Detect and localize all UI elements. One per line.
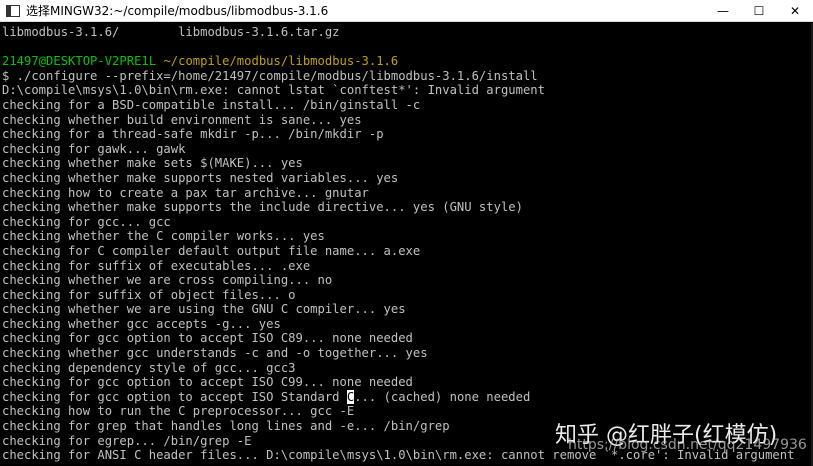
- terminal-icon: [6, 4, 20, 17]
- minimize-button[interactable]: —: [705, 0, 741, 22]
- terminal-line: checking whether make supports nested va…: [2, 170, 399, 185]
- terminal-line: checking for gcc option to accept ISO C9…: [2, 375, 413, 390]
- terminal-line: D:\compile\msys\1.0\bin\rm.exe: cannot l…: [2, 83, 545, 98]
- terminal-line: checking for suffix of executables... .e…: [2, 258, 311, 273]
- terminal-line: checking whether gcc understands -c and …: [2, 346, 428, 361]
- prompt-user: 21497@DESKTOP-V2PRE1L: [2, 54, 157, 69]
- terminal-line: checking whether build environment is sa…: [2, 112, 362, 127]
- terminal-line: checking whether we are cross compiling.…: [2, 273, 333, 288]
- terminal-line: checking dependency style of gcc... gcc3: [2, 360, 296, 375]
- terminal-line: checking whether we are using the GNU C …: [2, 302, 406, 317]
- terminal-line: checking for a BSD-compatible install...…: [2, 97, 421, 112]
- prompt-line: 21497@DESKTOP-V2PRE1L ~/compile/modbus/l…: [2, 54, 813, 69]
- terminal-line: checking whether the C compiler works...…: [2, 229, 325, 244]
- maximize-button[interactable]: ☐: [741, 0, 777, 22]
- cursor-line-after: ... (cached) none needed: [354, 389, 531, 404]
- terminal-output[interactable]: libmodbus-3.1.6/ libmodbus-3.1.6.tar.gz …: [0, 23, 813, 466]
- terminal-window: 选择MINGW32:~/compile/modbus/libmodbus-3.1…: [0, 0, 813, 466]
- cursor-line-before: checking for gcc option to accept ISO St…: [2, 389, 347, 404]
- prompt-path: ~/compile/modbus/libmodbus-3.1.6: [163, 54, 399, 69]
- close-button[interactable]: ✕: [777, 0, 813, 22]
- terminal-line: checking for gcc option to accept ISO C8…: [2, 331, 413, 346]
- url-watermark: https://blog.csdn.net/qq21497936: [568, 437, 807, 453]
- cursor-line: checking for gcc option to accept ISO St…: [2, 389, 813, 405]
- terminal-line: checking for gawk... gawk: [2, 141, 186, 156]
- window-title: 选择MINGW32:~/compile/modbus/libmodbus-3.1…: [26, 4, 329, 18]
- terminal-line: checking for C compiler default output f…: [2, 243, 421, 258]
- terminal-line: checking whether gcc accepts -g... yes: [2, 316, 281, 331]
- title-bar[interactable]: 选择MINGW32:~/compile/modbus/libmodbus-3.1…: [0, 0, 813, 22]
- terminal-line: checking whether make supports the inclu…: [2, 200, 523, 215]
- terminal-line: checking whether make sets $(MAKE)... ye…: [2, 156, 303, 171]
- command-line: $ ./configure --prefix=/home/21497/compi…: [2, 68, 538, 83]
- terminal-line: checking for suffix of object files... o: [2, 287, 296, 302]
- terminal-line: checking for a thread-safe mkdir -p... /…: [2, 127, 384, 142]
- terminal-line: checking for gcc... gcc: [2, 214, 171, 229]
- terminal-line: checking how to create a pax tar archive…: [2, 185, 369, 200]
- terminal-line: libmodbus-3.1.6/ libmodbus-3.1.6.tar.gz: [2, 25, 340, 39]
- window-controls: — ☐ ✕: [705, 0, 813, 22]
- output-lines: D:\compile\msys\1.0\bin\rm.exe: cannot l…: [2, 83, 813, 389]
